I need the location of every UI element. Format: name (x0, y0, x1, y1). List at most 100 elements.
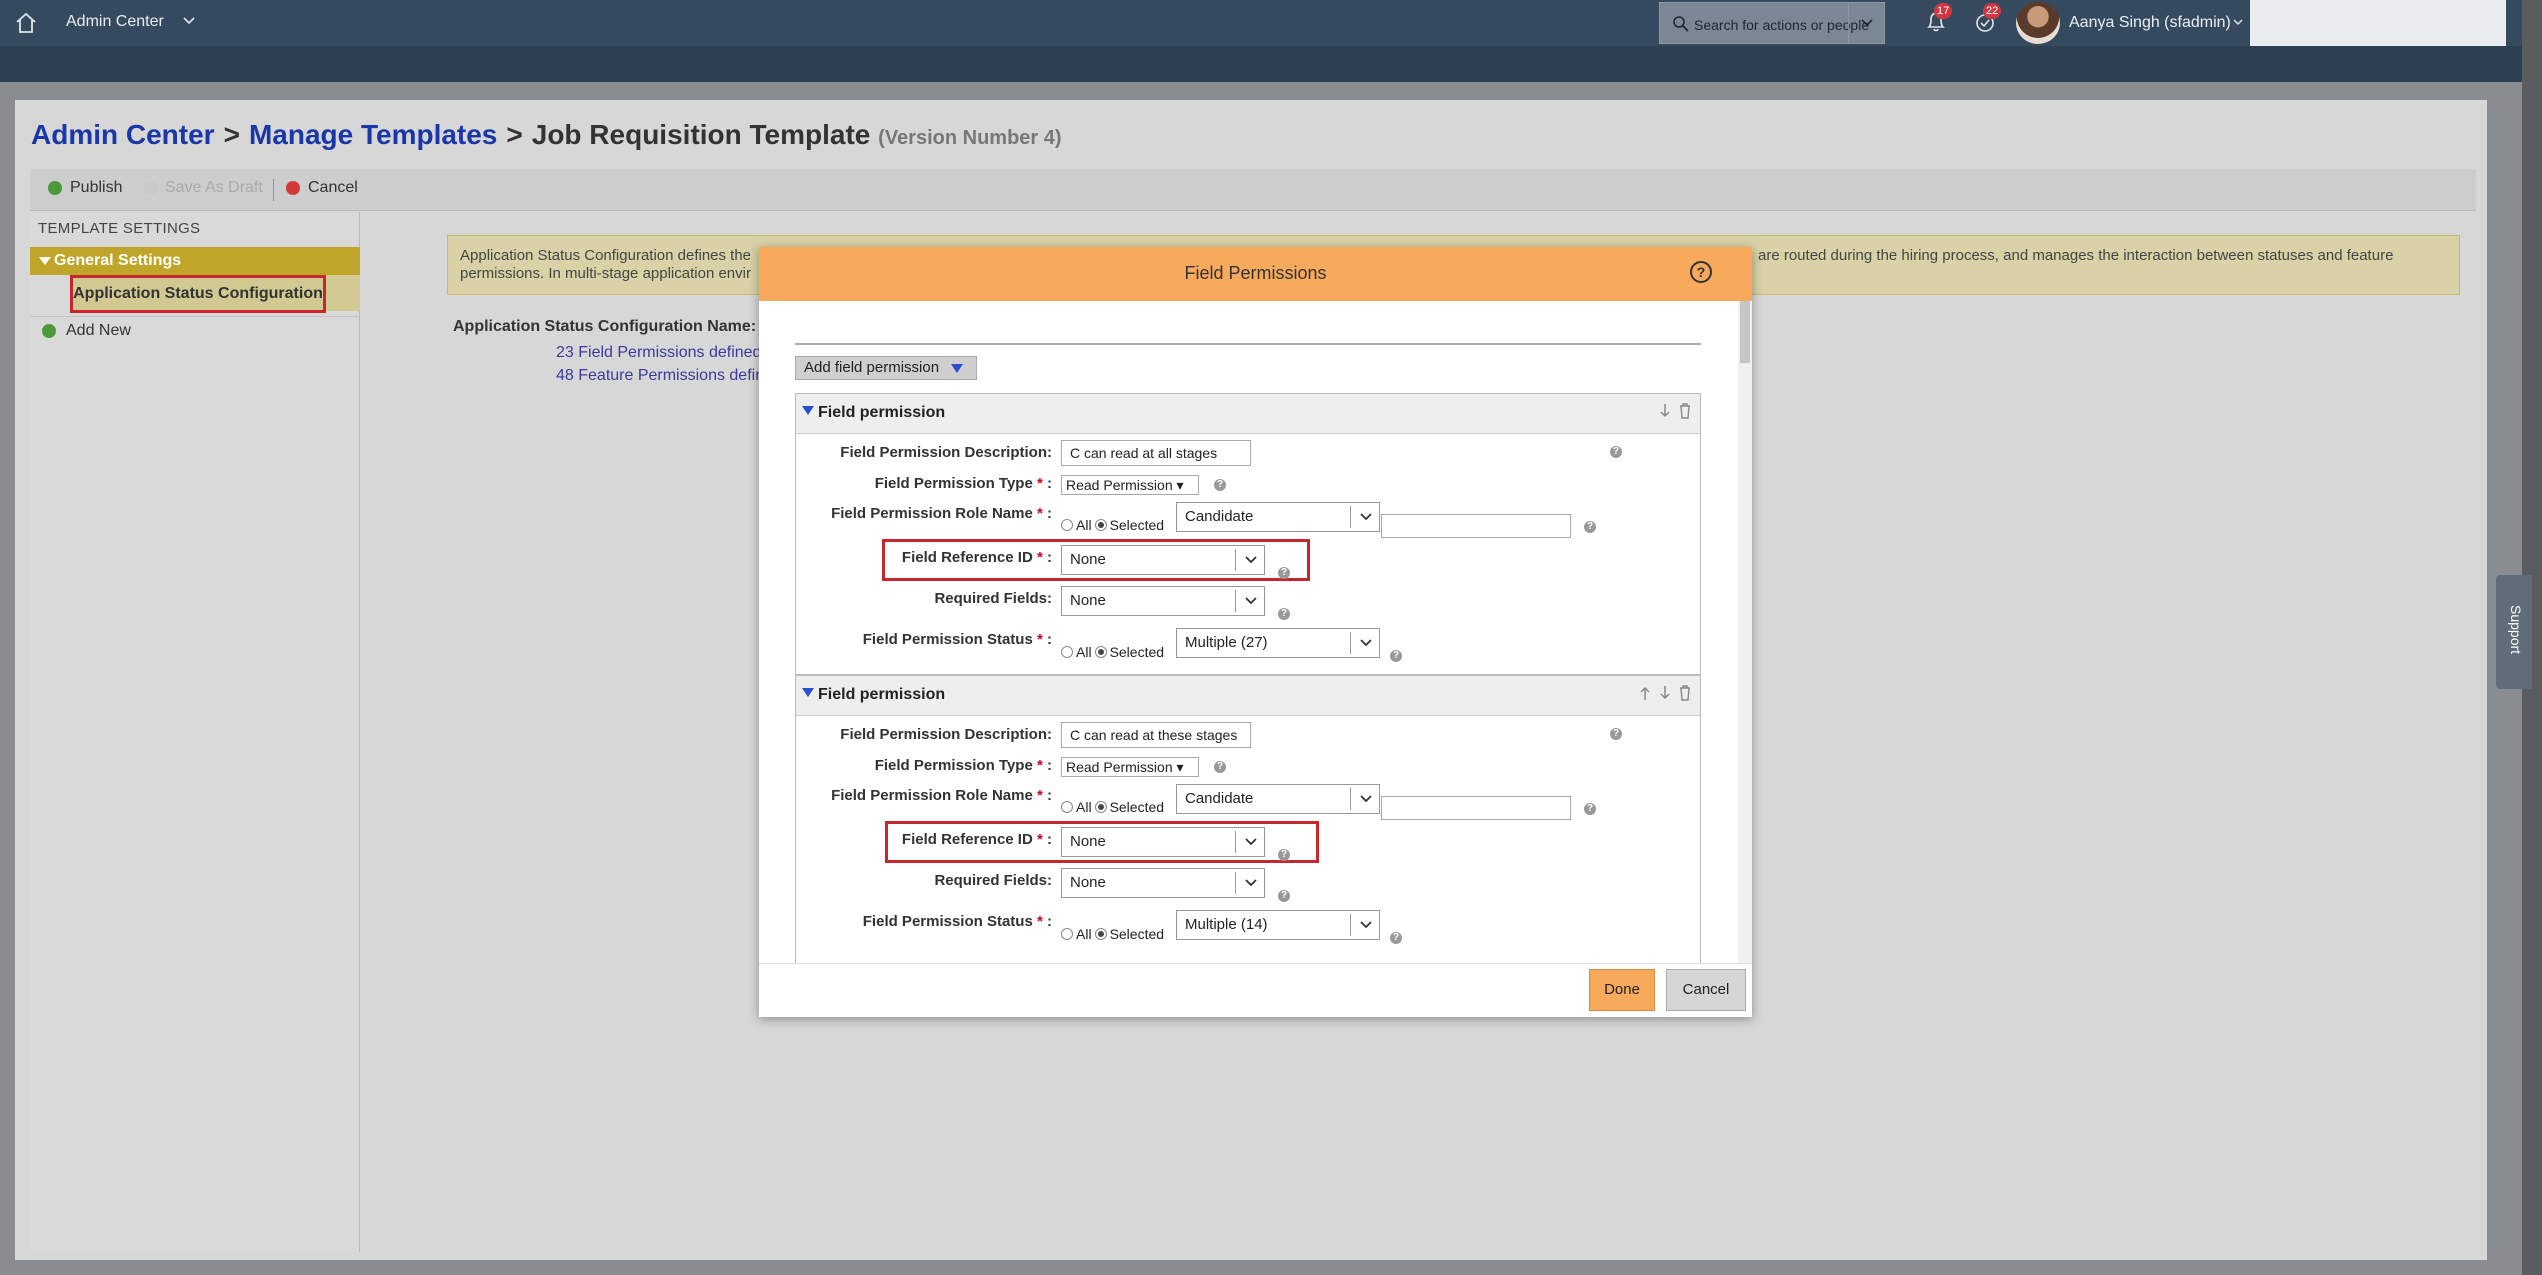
publish-label: Publish (70, 179, 123, 196)
help-icon[interactable]: ? (1610, 728, 1622, 740)
breadcrumb: Admin Center > Manage Templates > Job Requis… (31, 119, 1062, 151)
radio-all[interactable] (1061, 519, 1073, 531)
help-icon[interactable]: ? (1278, 567, 1290, 579)
feature-permissions-link[interactable]: 48 Feature Permissions define (556, 367, 773, 385)
radio-selected-label: Selected (1109, 926, 1165, 942)
help-icon[interactable]: ? (1390, 932, 1402, 944)
status-scope-radio: All Selected (1061, 926, 1164, 942)
ref-id-select[interactable]: None (1061, 827, 1265, 857)
search-scope-dropdown[interactable] (1848, 3, 1884, 43)
collapse-triangle-icon[interactable] (802, 688, 814, 697)
select-divider (1350, 506, 1351, 528)
colon: : (1047, 913, 1052, 930)
type-select[interactable]: Read Permission ▾ (1061, 475, 1199, 495)
help-icon[interactable]: ? (1390, 650, 1402, 662)
add-new-label: Add New (66, 322, 131, 339)
help-icon[interactable]: ? (1278, 890, 1290, 902)
type-select[interactable]: Read Permission ▾ (1061, 757, 1199, 777)
divider (795, 343, 1701, 345)
collapse-triangle-icon[interactable] (802, 406, 814, 415)
ref-id-label-text: Field Reference ID (901, 831, 1033, 848)
help-icon[interactable]: ? (1584, 521, 1596, 533)
chevron-down-icon[interactable] (182, 14, 196, 28)
required-mark: * (1036, 475, 1043, 492)
radio-selected[interactable] (1094, 519, 1107, 531)
breadcrumb-admin-center[interactable]: Admin Center (31, 119, 215, 150)
delete-icon[interactable] (1678, 402, 1692, 420)
role-text-input[interactable] (1381, 514, 1571, 538)
user-name[interactable]: Aanya Singh (sfadmin) (2069, 14, 2231, 32)
radio-selected[interactable] (1094, 801, 1107, 813)
radio-selected[interactable] (1094, 928, 1107, 940)
cancel-button[interactable]: Cancel (286, 179, 358, 197)
field-permission-header[interactable]: Field permission (796, 394, 1700, 434)
version-label: (Version Number 4) (878, 127, 1062, 149)
delete-icon[interactable] (1678, 684, 1692, 702)
sidebar-item-general-settings[interactable]: General Settings (30, 247, 360, 275)
move-down-icon[interactable] (1658, 684, 1672, 702)
colon: : (1047, 631, 1052, 648)
save-draft-label: Save As Draft (165, 179, 263, 196)
role-scope-radio: All Selected (1061, 517, 1164, 533)
move-up-icon[interactable] (1638, 684, 1652, 702)
radio-all[interactable] (1061, 646, 1073, 658)
required-mark: * (1036, 631, 1043, 648)
help-icon[interactable]: ? (1278, 608, 1290, 620)
required-fields-select[interactable]: None (1061, 586, 1265, 616)
ref-id-select[interactable]: None (1061, 545, 1265, 575)
publish-button[interactable]: Publish (48, 179, 122, 197)
save-draft-button[interactable]: Save As Draft (143, 179, 263, 197)
description-input[interactable]: C can read at all stages (1061, 440, 1251, 466)
required-mark: * (1036, 505, 1043, 522)
help-icon[interactable]: ? (1610, 446, 1622, 458)
field-permission-title: Field permission (818, 686, 946, 703)
status-label: Field Permission Status * : (863, 913, 1052, 930)
shell-bar: Admin Center Search for actions or peopl… (0, 0, 2542, 50)
add-icon (42, 324, 56, 338)
field-permission-block: Field permission Field Permission Descri… (795, 675, 1701, 965)
shell-title[interactable]: Admin Center (66, 13, 164, 31)
move-down-icon[interactable] (1658, 402, 1672, 420)
required-fields-select[interactable]: None (1061, 868, 1265, 898)
dialog-scrollbar[interactable] (1738, 301, 1752, 963)
search-input[interactable]: Search for actions or people (1659, 2, 1885, 44)
chevron-down-icon (1360, 795, 1372, 803)
done-button[interactable]: Done (1589, 969, 1655, 1011)
shell-subheader (0, 46, 2542, 82)
avatar[interactable] (2016, 2, 2060, 44)
radio-selected[interactable] (1094, 646, 1107, 658)
radio-all[interactable] (1061, 928, 1073, 940)
help-icon[interactable]: ? (1690, 261, 1712, 283)
dialog-cancel-button[interactable]: Cancel (1666, 969, 1746, 1011)
status-select[interactable]: Multiple (14) (1176, 910, 1380, 940)
role-text-input[interactable] (1381, 796, 1571, 820)
help-icon[interactable]: ? (1278, 849, 1290, 861)
support-tab[interactable]: Support (2496, 575, 2532, 689)
breadcrumb-manage-templates[interactable]: Manage Templates (249, 119, 497, 150)
field-permission-header[interactable]: Field permission (796, 676, 1700, 716)
template-settings-sidebar: TEMPLATE SETTINGS General Settings Appli… (30, 212, 360, 1252)
status-label-text: Field Permission Status (862, 913, 1033, 930)
help-icon[interactable]: ? (1214, 761, 1226, 773)
scrollbar-thumb[interactable] (1740, 301, 1750, 363)
type-label: Field Permission Type * : (875, 475, 1052, 492)
banner-text-right: are routed during the hiring process, an… (1758, 247, 2394, 264)
role-select[interactable]: Candidate (1176, 784, 1380, 814)
field-permission-block: Field permission Field Permission Descri… (795, 393, 1701, 675)
role-select[interactable]: Candidate (1176, 502, 1380, 532)
home-icon[interactable] (14, 11, 38, 35)
radio-all[interactable] (1061, 801, 1073, 813)
add-field-permission-button[interactable]: Add field permission (795, 356, 977, 380)
status-select[interactable]: Multiple (27) (1176, 628, 1380, 658)
help-icon[interactable]: ? (1214, 479, 1226, 491)
support-label: Support (2508, 605, 2524, 655)
field-permissions-link[interactable]: 23 Field Permissions defined. (556, 344, 766, 362)
add-new-button[interactable]: Add New (42, 322, 131, 340)
sidebar-item-app-status-config[interactable]: Application Status Configuration (70, 275, 326, 313)
sidebar-heading: TEMPLATE SETTINGS (38, 220, 201, 237)
chevron-down-icon[interactable] (2232, 16, 2244, 28)
select-divider (1350, 914, 1351, 936)
role-scope-radio: All Selected (1061, 799, 1164, 815)
description-input[interactable]: C can read at these stages (1061, 722, 1251, 748)
help-icon[interactable]: ? (1584, 803, 1596, 815)
